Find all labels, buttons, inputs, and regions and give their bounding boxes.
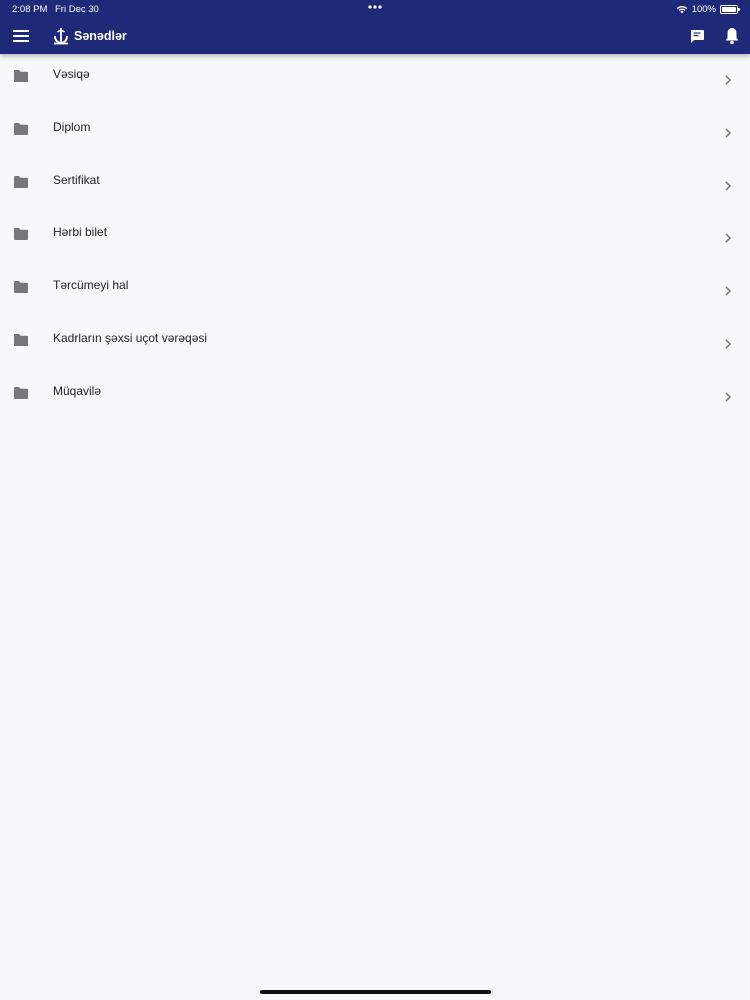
wifi-icon <box>676 5 687 13</box>
chat-icon[interactable] <box>688 27 706 45</box>
chevron-right-icon <box>725 128 732 138</box>
list-item[interactable]: Hərbi bilet <box>0 212 750 265</box>
battery-fill <box>722 6 736 12</box>
status-indicators: 100% <box>676 3 740 15</box>
list-item[interactable]: Tərcümeyi hal <box>0 265 750 318</box>
bell-icon[interactable] <box>723 26 741 46</box>
status-bar: 2:08 PM Fri Dec 30 100% <box>0 0 750 18</box>
app-bar: 2:08 PM Fri Dec 30 100% Sənədlər <box>0 0 750 54</box>
list-item-label: Tərcümeyi hal <box>53 278 129 293</box>
folder-icon <box>14 333 28 346</box>
chevron-right-icon <box>725 75 732 85</box>
list-item[interactable]: Müqavilə <box>0 371 750 424</box>
list-item[interactable]: Vəsiqə <box>0 54 750 107</box>
chevron-right-icon <box>725 339 732 349</box>
folder-icon <box>14 70 28 82</box>
list-item[interactable]: Diplom <box>0 107 750 160</box>
status-date: Fri Dec 30 <box>55 4 99 15</box>
list-item-label: Sertifikat <box>53 172 100 187</box>
list-item-label: Vəsiqə <box>53 67 90 81</box>
documents-list: Vəsiqə Diplom Sertifikat Hərbi bilet Tərcüme… <box>0 54 750 424</box>
page-title: Sənədlər <box>74 29 127 43</box>
battery-percent: 100% <box>691 3 716 15</box>
multitasking-dots-icon[interactable] <box>367 3 383 11</box>
folder-icon <box>14 175 28 188</box>
list-item[interactable]: Kadrların şəxsi uçot vərəqəsi <box>0 318 750 371</box>
list-item-label: Diplom <box>53 119 91 134</box>
anchor-logo-icon <box>54 28 68 45</box>
chevron-right-icon <box>725 286 732 296</box>
list-item[interactable]: Sertifikat <box>0 160 750 213</box>
chevron-right-icon <box>725 181 732 191</box>
chevron-right-icon <box>725 392 732 402</box>
folder-icon <box>14 122 28 135</box>
folder-icon <box>14 228 28 241</box>
list-item-label: Hərbi bilet <box>53 225 108 240</box>
list-item-label: Müqavilə <box>53 383 102 398</box>
chevron-right-icon <box>725 233 732 243</box>
folder-icon <box>14 386 28 399</box>
status-time: 2:08 PM <box>12 4 48 15</box>
home-indicator[interactable] <box>260 990 491 994</box>
hamburger-menu-icon[interactable] <box>12 28 30 44</box>
folder-icon <box>14 281 28 294</box>
battery-icon <box>720 4 740 14</box>
list-item-label: Kadrların şəxsi uçot vərəqəsi <box>53 330 208 345</box>
